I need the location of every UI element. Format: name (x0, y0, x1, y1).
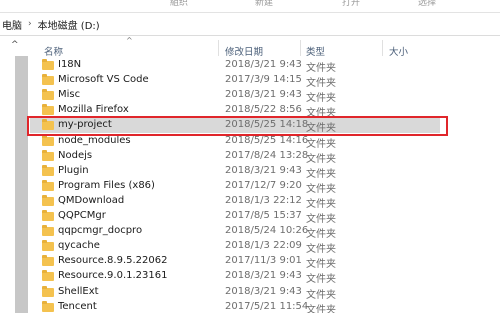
folder-icon (42, 285, 54, 297)
file-type: 文件夹 (306, 259, 336, 271)
file-name[interactable]: Tencent (58, 301, 97, 312)
ribbon-label-new[interactable]: 新建 (255, 0, 273, 8)
file-date: 2018/5/22 8:56 (225, 104, 302, 116)
file-type: 文件夹 (306, 183, 336, 195)
file-name[interactable]: qycache (58, 240, 100, 251)
chevron-up-icon[interactable]: ^ (11, 40, 19, 50)
file-name[interactable]: Mozilla Firefox (58, 104, 129, 115)
breadcrumb-current[interactable]: 本地磁盘 (D:) (38, 17, 100, 32)
folder-icon (42, 104, 54, 116)
file-type: 文件夹 (306, 153, 336, 165)
folder-icon (42, 210, 54, 221)
file-date: 2018/3/21 9:43 (225, 285, 302, 297)
file-row[interactable]: Resource.9.0.1.23161 2018/3/21 9:43 文件夹 (30, 269, 440, 286)
highlight-box (27, 116, 448, 136)
breadcrumb-chevron-icon[interactable]: › (28, 19, 32, 29)
sort-arrow-icon[interactable]: ^ (126, 36, 133, 45)
file-date: 2018/5/24 10:26 (225, 225, 309, 237)
column-date[interactable]: 修改日期 (225, 44, 263, 58)
file-date: 2018/3/21 9:43 (225, 59, 302, 70)
file-row[interactable]: Tencent 2017/5/21 11:54 文件夹 (30, 300, 440, 313)
file-date: 2017/8/5 15:37 (225, 210, 302, 221)
file-row[interactable]: Microsoft VS Code 2017/3/9 14:15 文件夹 (30, 73, 440, 90)
file-name[interactable]: Resource.8.9.5.22062 (58, 255, 167, 266)
file-type: 文件夹 (306, 138, 336, 150)
file-name[interactable]: QMDownload (58, 195, 124, 206)
folder-icon (42, 255, 54, 267)
folder-icon (42, 300, 54, 312)
file-date: 2017/5/21 11:54 (225, 300, 309, 312)
file-date: 2018/3/21 9:43 (225, 89, 302, 101)
folder-icon (42, 74, 54, 86)
file-name[interactable]: Nodejs (58, 150, 92, 161)
column-header (30, 36, 500, 58)
file-date: 2018/3/21 9:43 (225, 164, 302, 176)
file-name[interactable]: I18N (58, 59, 81, 70)
file-row[interactable]: Misc 2018/3/21 9:43 文件夹 (30, 88, 440, 105)
ribbon-label-open[interactable]: 打开 (342, 0, 360, 8)
file-date: 2018/1/3 22:12 (225, 194, 302, 206)
file-name[interactable]: Misc (58, 89, 80, 100)
file-type: 文件夹 (306, 214, 336, 225)
file-name[interactable]: Resource.9.0.1.23161 (58, 270, 167, 281)
file-type: 文件夹 (306, 198, 336, 210)
file-type: 文件夹 (306, 78, 336, 90)
file-type: 文件夹 (306, 229, 336, 241)
file-date: 2018/3/21 9:43 (225, 270, 302, 282)
folder-icon (42, 179, 54, 191)
folder-icon (42, 164, 54, 176)
file-date: 2017/11/3 9:01 (225, 255, 302, 267)
breadcrumb-root[interactable]: 电脑 (2, 17, 22, 32)
ribbon-label-select[interactable]: 选择 (418, 0, 436, 8)
column-divider[interactable] (300, 40, 301, 56)
file-date: 2018/5/25 14:16 (225, 134, 309, 146)
vertical-scrollbar[interactable] (15, 56, 28, 313)
column-divider[interactable] (382, 40, 383, 56)
folder-icon (42, 225, 54, 237)
file-row[interactable]: QMDownload 2018/1/3 22:12 文件夹 (30, 194, 440, 210)
column-type[interactable]: 类型 (306, 44, 325, 58)
file-date: 2017/8/24 13:28 (225, 149, 309, 161)
file-row[interactable]: ShellExt 2018/3/21 9:43 文件夹 (30, 285, 440, 301)
file-type: 文件夹 (306, 93, 336, 105)
file-name[interactable]: qqpcmgr_docpro (58, 225, 142, 236)
file-date: 2018/1/3 22:09 (225, 240, 302, 252)
folder-icon (42, 89, 54, 101)
file-name[interactable]: Microsoft VS Code (58, 74, 149, 85)
file-name[interactable]: node_modules (58, 135, 131, 146)
file-type: 文件夹 (306, 63, 336, 74)
file-row[interactable]: I18N 2018/3/21 9:43 文件夹 (30, 58, 440, 74)
file-row[interactable]: Resource.8.9.5.22062 2017/11/3 9:01 文件夹 (30, 254, 440, 271)
file-type: 文件夹 (306, 168, 336, 180)
file-type: 文件夹 (306, 244, 336, 256)
file-row[interactable]: Plugin 2018/3/21 9:43 文件夹 (30, 164, 440, 180)
file-row[interactable]: QQPCMgr 2017/8/5 15:37 文件夹 (30, 209, 440, 225)
file-row[interactable]: qqpcmgr_docpro 2018/5/24 10:26 文件夹 (30, 224, 440, 241)
file-name[interactable]: QQPCMgr (58, 210, 106, 221)
file-row[interactable]: Nodejs 2017/8/24 13:28 文件夹 (30, 149, 440, 165)
file-date: 2017/12/7 9:20 (225, 179, 302, 191)
file-type: 文件夹 (306, 274, 336, 286)
file-type: 文件夹 (306, 304, 336, 313)
column-name[interactable]: 名称 (44, 44, 63, 58)
file-name[interactable]: ShellExt (58, 286, 99, 297)
file-name[interactable]: Program Files (x86) (58, 180, 155, 191)
breadcrumb[interactable]: 电脑 › 本地磁盘 (D:) (0, 13, 500, 35)
column-size[interactable]: 大小 (389, 44, 408, 58)
folder-icon (42, 194, 54, 206)
ribbon-label-organize[interactable]: 組织 (170, 0, 188, 8)
folder-icon (42, 270, 54, 282)
file-date: 2017/3/9 14:15 (225, 74, 302, 86)
folder-icon (42, 240, 54, 252)
folder-icon (42, 134, 54, 146)
file-row[interactable]: qycache 2018/1/3 22:09 文件夹 (30, 239, 440, 256)
column-divider[interactable] (218, 40, 219, 56)
file-row[interactable]: Program Files (x86) 2017/12/7 9:20 文件夹 (30, 179, 440, 195)
ribbon: 組织 新建 打开 选择 (0, 0, 500, 12)
file-name[interactable]: Plugin (58, 165, 89, 176)
folder-icon (42, 59, 54, 70)
folder-icon (42, 149, 54, 161)
file-type: 文件夹 (306, 289, 336, 301)
